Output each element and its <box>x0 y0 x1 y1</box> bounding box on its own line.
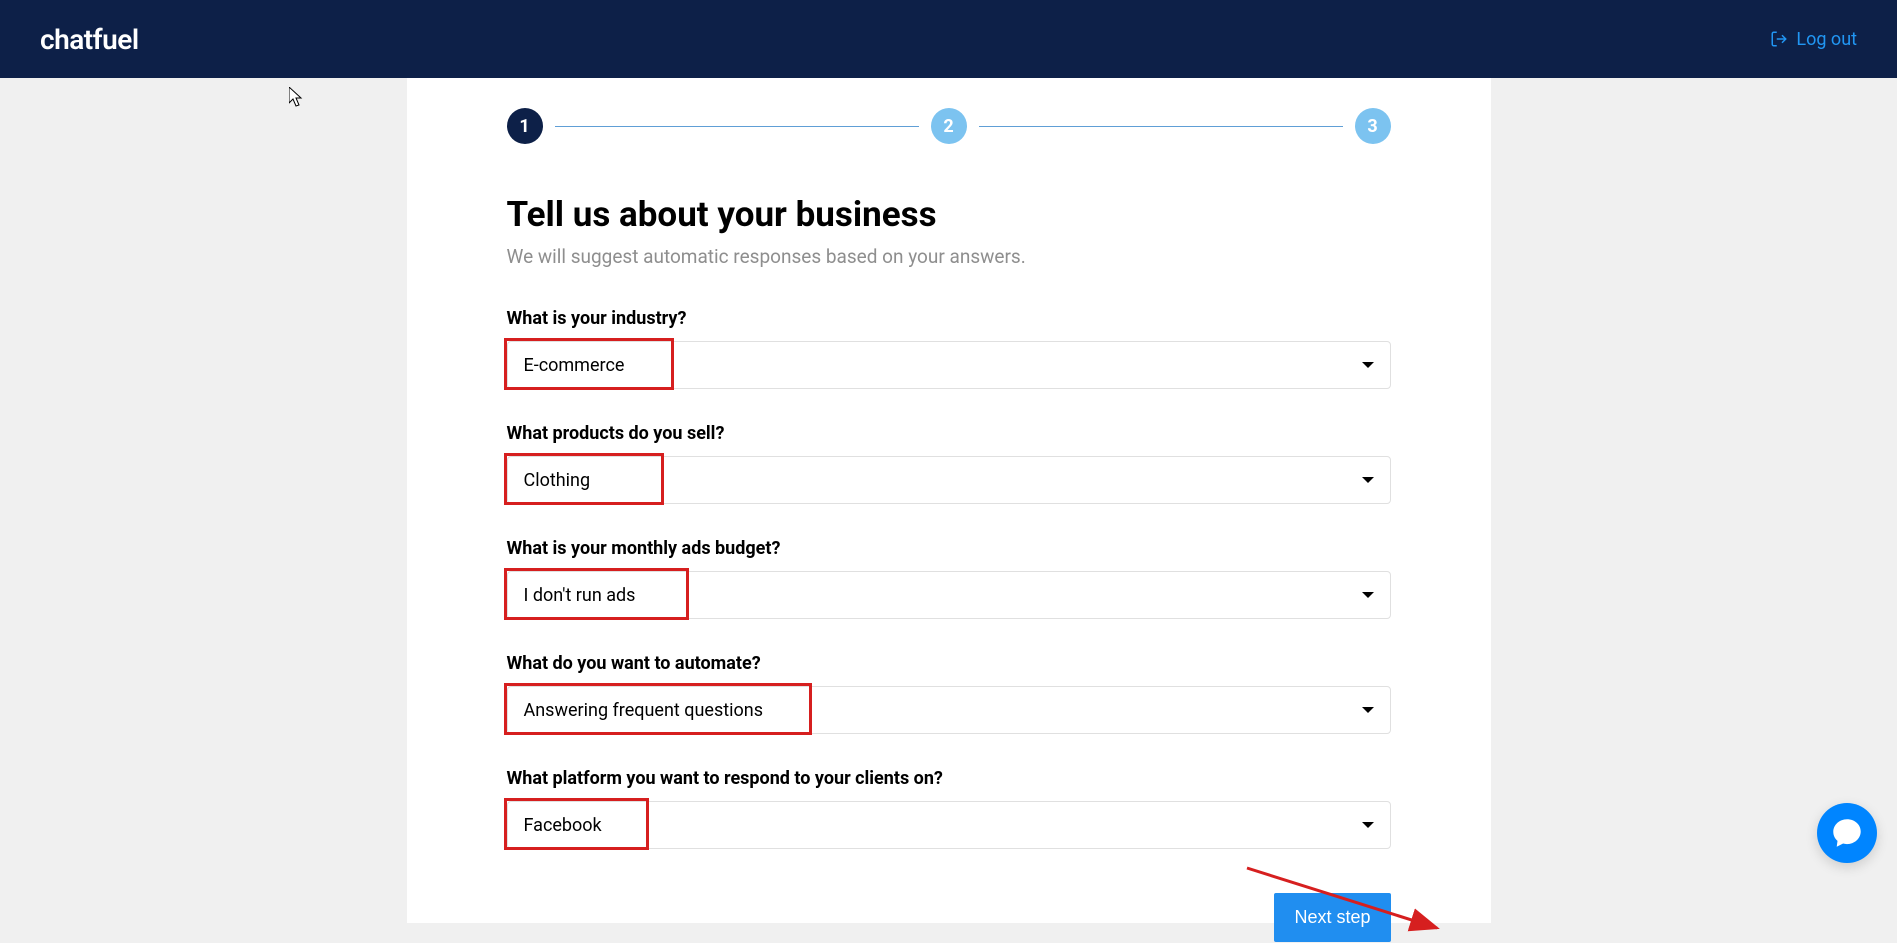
chevron-down-icon <box>1362 592 1374 598</box>
step-connector <box>979 126 1343 127</box>
products-field-group: What products do you sell? Clothing <box>507 423 1391 504</box>
automate-value: Answering frequent questions <box>524 700 764 721</box>
page-subtitle: We will suggest automatic responses base… <box>507 245 1391 268</box>
next-step-button[interactable]: Next step <box>1274 893 1390 942</box>
platform-value: Facebook <box>524 815 602 836</box>
chat-icon <box>1831 817 1863 849</box>
chat-widget-button[interactable] <box>1817 803 1877 863</box>
industry-value: E-commerce <box>524 355 625 376</box>
budget-field-group: What is your monthly ads budget? I don't… <box>507 538 1391 619</box>
products-label: What products do you sell? <box>507 423 1391 444</box>
industry-select[interactable]: E-commerce <box>507 341 1391 389</box>
chevron-down-icon <box>1362 362 1374 368</box>
automate-label: What do you want to automate? <box>507 653 1391 674</box>
app-header: chatfuel Log out <box>0 0 1897 78</box>
products-value: Clothing <box>524 470 591 491</box>
step-3-indicator: 3 <box>1355 108 1391 144</box>
logout-icon <box>1770 30 1788 48</box>
step-2-indicator: 2 <box>931 108 967 144</box>
platform-field-group: What platform you want to respond to you… <box>507 768 1391 849</box>
chevron-down-icon <box>1362 477 1374 483</box>
step-connector <box>555 126 919 127</box>
app-logo: chatfuel <box>40 23 139 56</box>
onboarding-form: What is your industry? E-commerce What p… <box>507 308 1391 849</box>
logout-link[interactable]: Log out <box>1770 29 1857 50</box>
step-1-indicator: 1 <box>507 108 543 144</box>
chevron-down-icon <box>1362 822 1374 828</box>
logout-label: Log out <box>1796 29 1857 50</box>
budget-value: I don't run ads <box>524 585 636 606</box>
automate-select[interactable]: Answering frequent questions <box>507 686 1391 734</box>
industry-field-group: What is your industry? E-commerce <box>507 308 1391 389</box>
automate-field-group: What do you want to automate? Answering … <box>507 653 1391 734</box>
platform-label: What platform you want to respond to you… <box>507 768 1391 789</box>
main-content: 1 2 3 Tell us about your business We wil… <box>407 78 1491 923</box>
products-select[interactable]: Clothing <box>507 456 1391 504</box>
progress-stepper: 1 2 3 <box>507 108 1391 144</box>
budget-select[interactable]: I don't run ads <box>507 571 1391 619</box>
chevron-down-icon <box>1362 707 1374 713</box>
platform-select[interactable]: Facebook <box>507 801 1391 849</box>
page-title: Tell us about your business <box>507 194 1391 235</box>
industry-label: What is your industry? <box>507 308 1391 329</box>
budget-label: What is your monthly ads budget? <box>507 538 1391 559</box>
cursor-icon <box>289 87 305 111</box>
